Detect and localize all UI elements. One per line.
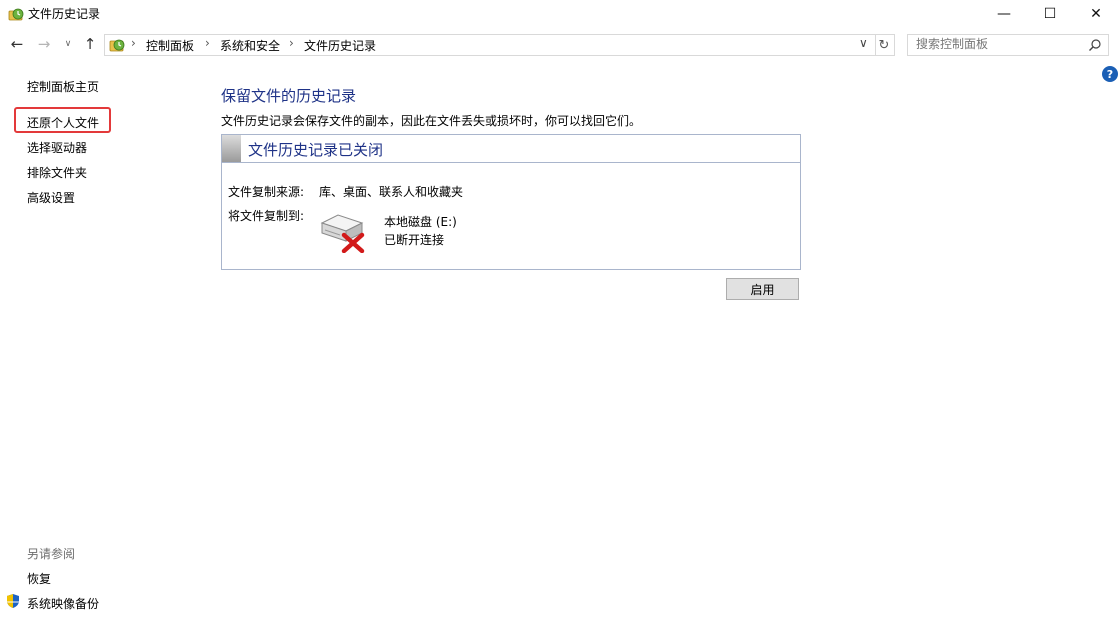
maximize-button[interactable]: ☐ [1027, 0, 1073, 28]
breadcrumb-separator[interactable]: › [289, 36, 294, 50]
advanced-settings-link[interactable]: 高级设置 [27, 189, 75, 206]
address-dropdown-chevron-icon[interactable]: ∨ [859, 36, 868, 50]
status-indicator-bar [222, 135, 241, 162]
copy-from-label: 文件复制来源: [228, 185, 305, 199]
recovery-link[interactable]: 恢复 [27, 570, 51, 587]
up-arrow-icon[interactable]: ↑ [80, 34, 100, 54]
restore-personal-files-link[interactable]: 还原个人文件 [27, 114, 99, 131]
see-also-heading: 另请参阅 [27, 547, 76, 561]
breadcrumb-separator[interactable]: › [205, 36, 210, 50]
help-icon[interactable]: ? [1102, 66, 1118, 82]
search-box[interactable] [907, 34, 1109, 56]
drive-name: 本地磁盘 (E:) [384, 215, 457, 229]
enable-button[interactable]: 启用 [726, 278, 799, 300]
exclude-folders-link[interactable]: 排除文件夹 [27, 164, 87, 181]
status-header: 文件历史记录已关闭 [222, 135, 800, 163]
title-bar [0, 0, 1119, 28]
breadcrumb-control-panel[interactable]: 控制面板 [146, 37, 194, 54]
breadcrumb-separator: › [131, 36, 136, 50]
breadcrumb-file-history[interactable]: 文件历史记录 [304, 37, 376, 54]
select-drive-link[interactable]: 选择驱动器 [27, 139, 87, 156]
system-image-backup-link[interactable]: 系统映像备份 [27, 595, 99, 612]
page-description: 文件历史记录会保存文件的副本，因此在文件丢失或损坏时，你可以找回它们。 [221, 114, 642, 128]
address-bar[interactable]: › 控制面板 › 系统和安全 › 文件历史记录 ∨ [104, 34, 876, 56]
refresh-icon[interactable]: ↻ [874, 34, 895, 56]
recent-locations-chevron-icon[interactable]: ∨ [61, 34, 75, 54]
control-panel-home-link[interactable]: 控制面板主页 [27, 78, 99, 95]
close-button[interactable]: ✕ [1073, 0, 1119, 28]
drive-status: 已断开连接 [384, 233, 445, 247]
search-icon[interactable] [1088, 38, 1102, 52]
copy-from-value: 库、桌面、联系人和收藏夹 [319, 185, 464, 199]
disconnected-drive-icon [320, 214, 365, 253]
file-history-icon [8, 8, 24, 21]
search-input[interactable] [916, 37, 1081, 51]
breadcrumb-system-security[interactable]: 系统和安全 [220, 37, 280, 54]
forward-arrow-icon[interactable]: → [34, 34, 54, 54]
page-title: 保留文件的历史记录 [221, 87, 357, 105]
window-title: 文件历史记录 [28, 7, 101, 21]
status-panel: 文件历史记录已关闭 文件复制来源: 库、桌面、联系人和收藏夹 将文件复制到: 本… [221, 134, 801, 270]
control-panel-icon [109, 39, 125, 52]
uac-shield-icon [7, 594, 19, 608]
minimize-button[interactable]: — [981, 0, 1027, 28]
copy-to-label: 将文件复制到: [228, 209, 305, 223]
status-title: 文件历史记录已关闭 [248, 141, 384, 159]
back-arrow-icon[interactable]: ← [7, 34, 27, 54]
